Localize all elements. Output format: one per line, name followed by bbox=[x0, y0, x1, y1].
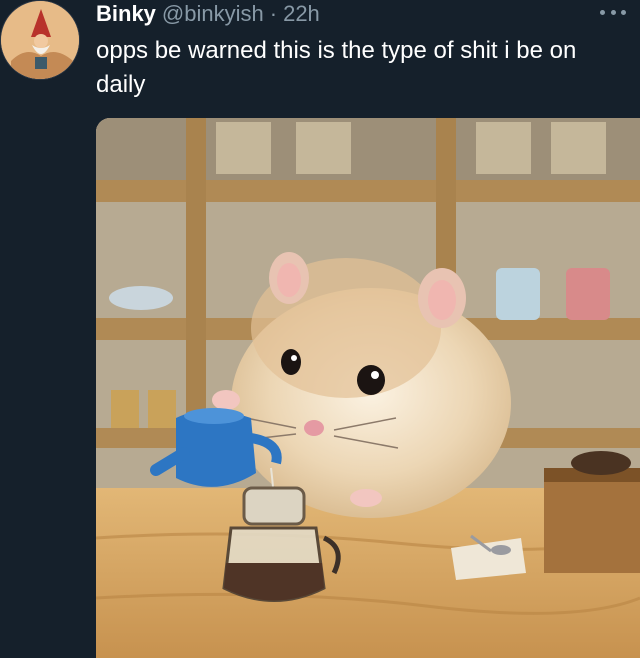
tweet-text: opps be warned this is the type of shit … bbox=[96, 37, 577, 98]
tweet-header: Binky @binkyish · 22h bbox=[96, 0, 320, 30]
hamster-pouring-coffee-illustration bbox=[96, 118, 640, 658]
tweet-media-image[interactable] bbox=[96, 118, 640, 658]
tweet-timestamp[interactable]: 22h bbox=[283, 0, 320, 28]
author-handle[interactable]: @binkyish bbox=[162, 0, 264, 28]
header-separator: · bbox=[269, 1, 278, 26]
author-display-name[interactable]: Binky bbox=[96, 0, 156, 28]
avatar[interactable] bbox=[0, 0, 80, 80]
gnome-avatar-icon bbox=[1, 1, 79, 79]
more-dot bbox=[610, 9, 616, 15]
more-dot bbox=[600, 9, 605, 15]
more-dot bbox=[621, 9, 626, 15]
more-options-icon[interactable] bbox=[600, 4, 626, 20]
